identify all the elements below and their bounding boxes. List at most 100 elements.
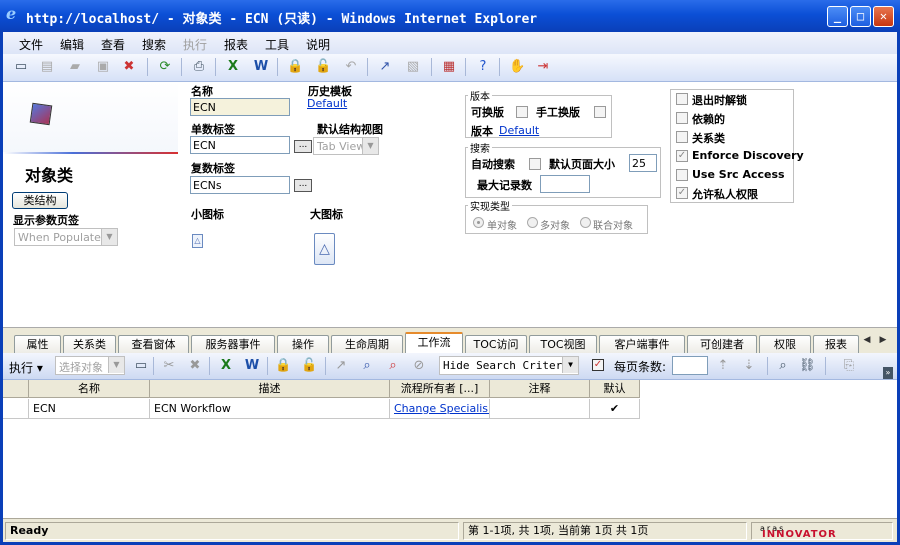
tab-properties[interactable]: 属性 — [14, 335, 61, 354]
tab-reports[interactable]: 报表 — [813, 335, 859, 354]
lock-icon[interactable]: 🔒 — [287, 59, 303, 75]
history-template-link[interactable]: Default — [307, 97, 347, 110]
promote-icon[interactable]: ↗ — [333, 358, 349, 374]
unlock-icon[interactable]: 🔓 — [301, 358, 317, 374]
folder-icon[interactable]: ▰ — [67, 59, 83, 75]
manual-version-checkbox[interactable] — [594, 106, 606, 118]
max-records-field[interactable] — [540, 175, 590, 193]
word-icon[interactable]: W — [253, 59, 269, 75]
undo-icon[interactable]: ↶ — [343, 59, 359, 75]
copy-icon[interactable]: ⎘ — [841, 358, 857, 374]
use-src-access-checkbox[interactable] — [676, 169, 688, 181]
maximize-button[interactable]: □ — [850, 6, 871, 27]
singular-label-field[interactable]: ECN — [190, 136, 290, 154]
menu-edit[interactable]: 编辑 — [60, 36, 84, 53]
column-header-default[interactable]: 默认 — [590, 380, 640, 398]
table-cell-name[interactable]: ECN — [29, 399, 150, 419]
remove-relationship-icon[interactable]: ✖ — [187, 358, 203, 374]
dependent-checkbox[interactable] — [676, 112, 688, 124]
stop-icon[interactable]: ⊘ — [411, 358, 427, 374]
tab-scroll-right-icon[interactable]: ▶ — [876, 332, 890, 348]
toolbar-overflow-icon[interactable]: » — [883, 367, 893, 379]
table-cell-default-checkbox[interactable]: ✔ — [590, 399, 640, 419]
link-icon[interactable]: ⛓ — [799, 358, 816, 374]
excel-icon[interactable]: X — [218, 358, 234, 374]
select-item-dropdown[interactable]: 选择对象 ▼ — [55, 356, 125, 375]
new-relationship-icon[interactable]: ▭ — [133, 358, 149, 374]
view-item-icon[interactable]: ⌕ — [775, 358, 791, 374]
page-size-field[interactable] — [672, 356, 708, 375]
column-header-description[interactable]: 描述 — [150, 380, 390, 398]
help-icon[interactable]: ? — [475, 59, 491, 75]
save-icon[interactable]: ▣ — [95, 59, 111, 75]
class-structure-button[interactable]: 类结构 — [12, 192, 68, 209]
small-icon-preview[interactable]: △ — [192, 234, 203, 248]
tab-lifecycle[interactable]: 生命周期 — [331, 335, 403, 354]
menu-execute[interactable]: 执行 — [183, 36, 207, 53]
tab-relationship-types[interactable]: 关系类 — [63, 335, 116, 354]
version-link[interactable]: Default — [499, 124, 539, 137]
execute-menu[interactable]: 执行 ▾ — [9, 359, 43, 376]
close-button[interactable]: ✕ — [873, 6, 894, 27]
new-icon[interactable]: ▭ — [13, 59, 29, 75]
auto-search-checkbox[interactable] — [529, 158, 541, 170]
open-icon[interactable]: ▤ — [39, 59, 55, 75]
unlock-icon[interactable]: 🔓 — [315, 59, 331, 75]
previous-page-icon[interactable]: ⇡ — [715, 358, 731, 374]
impl-single-radio[interactable] — [473, 217, 484, 228]
excel-icon[interactable]: X — [225, 59, 241, 75]
enforce-discovery-checkbox[interactable]: ✓ — [676, 150, 688, 162]
refresh-icon[interactable]: ⟳ — [157, 59, 173, 75]
word-icon[interactable]: W — [244, 358, 260, 374]
tab-toc-view[interactable]: TOC视图 — [529, 335, 597, 354]
show-params-select[interactable]: When Populated ▼ — [14, 228, 118, 246]
page-size-checkbox[interactable]: ✓ — [592, 359, 604, 371]
impl-union-radio[interactable] — [580, 217, 591, 228]
table-row-selector[interactable] — [3, 399, 29, 419]
table-cell-comments[interactable] — [490, 399, 590, 419]
tab-actions[interactable]: 操作 — [277, 335, 329, 354]
exit-icon[interactable]: ⇥ — [535, 59, 551, 75]
versionable-checkbox[interactable] — [516, 106, 528, 118]
allow-private-permission-checkbox[interactable]: ✓ — [676, 187, 688, 199]
unlock-on-logout-checkbox[interactable] — [676, 93, 688, 105]
minimize-button[interactable]: _ — [827, 6, 848, 27]
tab-toc-access[interactable]: TOC访问 — [465, 335, 527, 354]
search-icon[interactable]: ⌕ — [359, 358, 375, 374]
lock-icon[interactable]: 🔒 — [275, 358, 291, 374]
promote-icon[interactable]: ↗ — [377, 59, 393, 75]
table-cell-owner-link[interactable]: Change Specialis... — [390, 399, 490, 419]
search-mode-select[interactable]: Hide Search Criteria ▼ — [439, 356, 579, 375]
structure-icon[interactable]: ▦ — [441, 59, 457, 75]
menu-view[interactable]: 查看 — [101, 36, 125, 53]
singular-label-ellipsis-button[interactable]: ... — [294, 140, 312, 153]
column-header-owner[interactable]: 流程所有者 [...] — [390, 380, 490, 398]
column-header-comments[interactable]: 注释 — [490, 380, 590, 398]
next-page-icon[interactable]: ⇣ — [741, 358, 757, 374]
pick-related-icon[interactable]: ✂ — [161, 358, 177, 374]
tab-client-events[interactable]: 客户端事件 — [599, 335, 685, 354]
menu-help[interactable]: 说明 — [306, 36, 330, 53]
is-relationship-checkbox[interactable] — [676, 131, 688, 143]
plural-label-field[interactable]: ECNs — [190, 176, 290, 194]
tab-server-events[interactable]: 服务器事件 — [191, 335, 275, 354]
tab-workflow[interactable]: 工作流 — [405, 332, 463, 355]
default-page-size-field[interactable]: 25 — [629, 154, 657, 172]
default-structure-view-select[interactable]: Tab View ▼ — [313, 137, 379, 155]
tab-views[interactable]: 查看窗体 — [118, 335, 189, 354]
table-cell-description[interactable]: ECN Workflow — [150, 399, 390, 419]
large-icon-preview[interactable]: △ — [314, 233, 335, 265]
tab-scroll-left-icon[interactable]: ◀ — [860, 332, 874, 348]
name-field[interactable]: ECN — [190, 98, 290, 116]
claim-icon[interactable]: ✋ — [509, 59, 525, 75]
tab-can-add[interactable]: 可创建者 — [687, 335, 757, 354]
delete-icon[interactable]: ✖ — [121, 59, 137, 75]
print-icon[interactable]: ⎙ — [191, 59, 207, 75]
clear-search-icon[interactable]: ⌕ — [385, 358, 401, 374]
menu-search[interactable]: 搜索 — [142, 36, 166, 53]
tab-permissions[interactable]: 权限 — [759, 335, 811, 354]
plural-label-ellipsis-button[interactable]: ... — [294, 179, 312, 192]
impl-multi-radio[interactable] — [527, 217, 538, 228]
menu-reports[interactable]: 报表 — [224, 36, 248, 53]
revision-icon[interactable]: ▧ — [405, 59, 421, 75]
